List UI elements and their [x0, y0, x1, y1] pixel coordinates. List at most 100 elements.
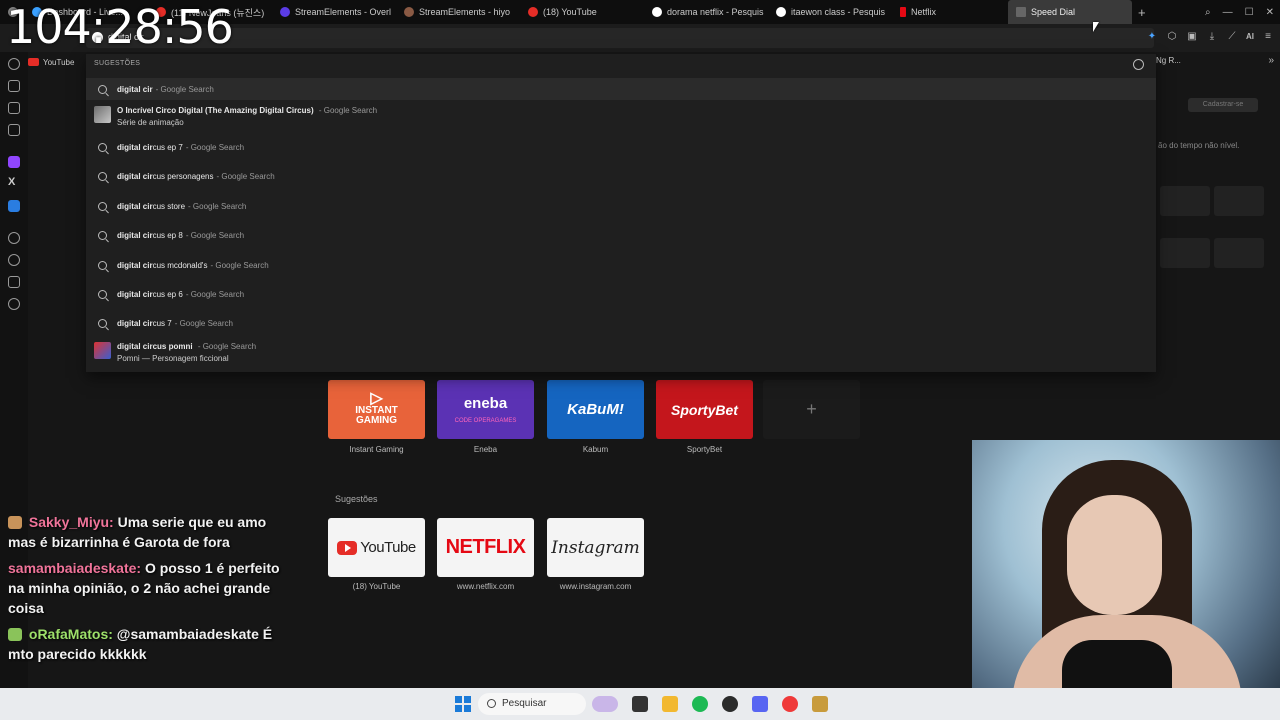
suggestion-source: - Google Search [216, 171, 275, 181]
media-icon[interactable] [8, 232, 20, 244]
bookmark-right[interactable]: Ng R... [1156, 56, 1181, 65]
magic-wand-icon[interactable]: ⟋ [1226, 30, 1238, 42]
extension-icon[interactable]: ✦ [1146, 30, 1158, 42]
chat-badge-icon [8, 516, 22, 529]
suggestion-item[interactable]: digital cir cus personagens - Google Sear… [86, 165, 1156, 187]
bookmark-youtube[interactable]: YouTube [28, 54, 74, 70]
screen: Dashboard - Live... (11) NewJeans (뉴진스) … [0, 0, 1280, 720]
file-explorer-icon[interactable] [662, 696, 678, 712]
speed-dial-sportybet[interactable]: SportyBet [656, 380, 753, 439]
suggestion-netflix[interactable]: NETFLIX [437, 518, 534, 577]
tab-dorama-netflix[interactable]: dorama netflix - Pesquis [644, 0, 768, 24]
widget-icon[interactable] [592, 696, 618, 712]
tab-netflix[interactable]: Netflix [892, 0, 1008, 24]
obs-icon[interactable] [722, 696, 738, 712]
spotify-icon[interactable] [692, 696, 708, 712]
panel-card[interactable] [1160, 238, 1210, 268]
suggestion-youtube[interactable]: YouTube [328, 518, 425, 577]
suggestion-source: - Google Search [185, 230, 245, 240]
speed-dial-kabum[interactable]: KaBuM! [547, 380, 644, 439]
thumbnail-image [94, 342, 111, 359]
suggestion-item-rich[interactable]: O Incrível Circo Digital (The Amazing Di… [86, 103, 1156, 133]
tab-streamelements-overlay[interactable]: StreamElements - Overl [272, 0, 396, 24]
stream-timer: 104:28:56 [6, 0, 234, 54]
suggestion-source: - Google Search [174, 318, 233, 328]
minimize-icon[interactable]: — [1223, 7, 1233, 18]
tab-favicon-icon [528, 7, 538, 17]
tile-logo-text: KaBuM! [567, 401, 624, 418]
settings-icon[interactable] [8, 298, 20, 310]
suggestion-bold: digital cir [117, 230, 153, 240]
chat-message: Sakky_Miyu: Uma serie que eu amo mas é b… [8, 512, 286, 552]
suggestion-rest: cus ep 6 [152, 289, 183, 299]
search-icon [98, 142, 107, 152]
add-speed-dial-button[interactable]: + [763, 380, 860, 439]
tab-search-icon[interactable]: ⌕ [1205, 7, 1211, 18]
address-suggestions-dropdown: SUGESTÕES digital cir - Google Search O … [86, 54, 1156, 372]
bookmarks-icon[interactable] [8, 80, 20, 92]
suggestion-item[interactable]: digital cir cus store - Google Search [86, 195, 1156, 217]
taskbar-search[interactable]: Pesquisar [478, 693, 586, 715]
panel-app-icon[interactable] [8, 200, 20, 212]
panel-card[interactable] [1214, 238, 1264, 268]
webcam-shape [1067, 495, 1162, 615]
suggestion-item[interactable]: digital cir - Google Search [86, 78, 1156, 100]
mouse-cursor-icon [1093, 22, 1099, 32]
close-icon[interactable]: ✕ [1266, 7, 1274, 18]
menu-icon[interactable]: ≡ [1262, 30, 1274, 42]
snipping-tool-icon[interactable] [632, 696, 648, 712]
tile-logo-text: CODE OPERAGAMES [454, 418, 517, 424]
tile-label: SportyBet [686, 445, 723, 454]
ai-button[interactable]: AI [1246, 30, 1254, 42]
windows-start-icon[interactable] [455, 696, 471, 712]
tab-speed-dial[interactable]: Speed Dial [1008, 0, 1132, 24]
suggestion-source: - Google Search [185, 142, 245, 152]
browser-taskbar-icon[interactable] [782, 696, 798, 712]
tab-streamelements-hiyo[interactable]: StreamElements - hiyo [396, 0, 520, 24]
search-icon [98, 171, 107, 181]
pencil-icon[interactable] [8, 276, 20, 288]
suggestion-source: - Google Search [197, 342, 257, 351]
suggestion-instagram[interactable]: Instagram [547, 518, 644, 577]
clock-icon[interactable] [8, 254, 20, 266]
download-icon[interactable]: ⤓ [1206, 30, 1218, 42]
new-tab-button[interactable]: + [1132, 5, 1152, 20]
suggestion-item[interactable]: digital cir cus ep 7 - Google Search [86, 136, 1156, 158]
speed-dial-instant-gaming[interactable]: ▷ INSTANT GAMING [328, 380, 425, 439]
tab-itaewon-class[interactable]: itaewon class - Pesquis [768, 0, 892, 24]
suggestion-bold: digital cir [117, 201, 153, 211]
speed-dial-eneba[interactable]: eneba CODE OPERAGAMES [437, 380, 534, 439]
puzzle-icon[interactable]: ⬡ [1166, 30, 1178, 42]
suggestion-item[interactable]: digital cir cus 7 - Google Search [86, 312, 1156, 334]
suggestion-item[interactable]: digital cir cus ep 8 - Google Search [86, 224, 1156, 246]
maximize-icon[interactable]: ☐ [1245, 7, 1254, 18]
chat-username: samambaiadeskate: [8, 560, 142, 576]
suggestion-item[interactable]: digital cir cus mcdonald's - Google Searc… [86, 254, 1156, 276]
chevron-right-icon[interactable]: » [1268, 55, 1274, 66]
google-icon [776, 7, 786, 17]
mail-icon[interactable] [8, 124, 20, 136]
x-twitter-icon[interactable]: X [8, 176, 15, 188]
suggestion-item-rich[interactable]: digital circus pomni - Google Search Pom… [86, 339, 1156, 369]
emoji-icon[interactable] [1133, 59, 1144, 70]
search-icon [98, 201, 107, 211]
search-icon [487, 699, 496, 708]
panel-card[interactable] [1214, 186, 1264, 216]
suggestion-item[interactable]: digital cir cus ep 6 - Google Search [86, 283, 1156, 305]
suggestion-source: - Google Search [318, 106, 378, 115]
notes-icon[interactable] [8, 102, 20, 114]
history-icon[interactable] [8, 58, 20, 70]
address-bar[interactable]: digital cir [86, 28, 1154, 48]
panel-card[interactable] [1160, 186, 1210, 216]
game-launcher-icon[interactable] [812, 696, 828, 712]
discord-icon[interactable] [752, 696, 768, 712]
chat-username: Sakky_Miyu: [28, 514, 114, 530]
tab-youtube[interactable]: (18) YouTube [520, 0, 644, 24]
bookmark-label: YouTube [43, 57, 75, 67]
window-controls: ⌕ — ☐ ✕ [1205, 0, 1274, 24]
chat-badge-icon [8, 628, 22, 641]
suggestion-source: - Google Search [155, 84, 214, 94]
signup-button[interactable]: Cadastrar-se [1188, 98, 1258, 112]
wallet-icon[interactable]: ▣ [1186, 30, 1198, 42]
twitch-icon[interactable] [8, 156, 20, 168]
